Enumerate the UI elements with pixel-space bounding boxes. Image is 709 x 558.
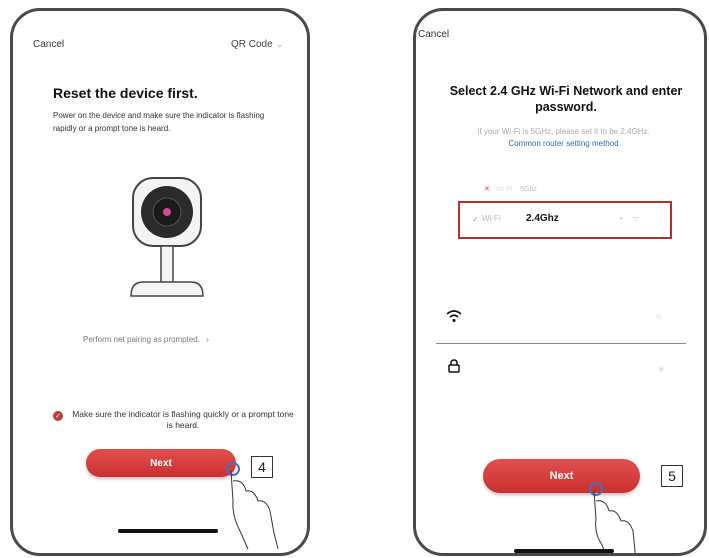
qr-code-label: QR Code bbox=[231, 39, 273, 50]
wifi-signal-icon: ᯤ bbox=[632, 214, 640, 223]
hand-pointer-icon bbox=[226, 462, 279, 550]
wifi-icon bbox=[446, 310, 462, 322]
network-item-5ghz: ✕ Wi-Fi 5Ghz bbox=[484, 185, 537, 193]
checkbox-label: Make sure the indicator is flashing quic… bbox=[72, 409, 294, 430]
net-pairing-label: Perform net pairing as prompted. bbox=[83, 335, 200, 344]
next-label: Next bbox=[549, 470, 574, 482]
router-setting-link[interactable]: Common router setting method bbox=[436, 139, 691, 148]
lock-small-icon: • bbox=[620, 214, 623, 223]
page-title: Select 2.4 GHz Wi-Fi Network and enter p… bbox=[449, 84, 683, 114]
step-number-badge: 5 bbox=[661, 465, 683, 487]
network-band: 5Ghz bbox=[520, 186, 537, 193]
net-pairing-link[interactable]: Perform net pairing as prompted. › bbox=[83, 335, 209, 344]
hint-text: If your Wi-Fi is 5GHz, please set it to … bbox=[477, 127, 650, 136]
wifi-field-action-icon[interactable]: ⇆ bbox=[656, 313, 662, 321]
next-button[interactable]: Next bbox=[86, 449, 236, 477]
x-icon: ✕ bbox=[484, 186, 490, 193]
network-name: Wi-Fi bbox=[482, 214, 501, 223]
qr-code-button[interactable]: QR Code ⌄ bbox=[231, 39, 284, 50]
wifi-field-underline bbox=[436, 343, 686, 344]
check-icon: ✓ bbox=[472, 215, 479, 224]
checkbox-icon[interactable]: ✓ bbox=[53, 411, 63, 421]
home-indicator bbox=[514, 549, 614, 553]
next-label: Next bbox=[150, 457, 172, 469]
phone-screen-wifi: Cancel Select 2.4 GHz Wi-Fi Network and … bbox=[413, 8, 707, 556]
cancel-button[interactable]: Cancel bbox=[33, 39, 64, 50]
instruction-text: Power on the device and make sure the in… bbox=[53, 111, 265, 133]
lock-icon bbox=[448, 359, 460, 373]
show-password-icon[interactable]: ◉ bbox=[658, 365, 664, 373]
page-title: Reset the device first. bbox=[53, 85, 198, 101]
network-name: Wi-Fi bbox=[495, 186, 513, 193]
cancel-button[interactable]: Cancel bbox=[418, 29, 449, 40]
home-indicator bbox=[118, 529, 218, 533]
password-input[interactable] bbox=[464, 359, 644, 379]
phone-screen-reset: Cancel QR Code ⌄ Reset the device first.… bbox=[10, 8, 310, 556]
wifi-name-input[interactable] bbox=[464, 307, 644, 327]
chevron-down-icon: ⌄ bbox=[275, 39, 284, 50]
camera-device-icon bbox=[130, 177, 204, 297]
chevron-right-icon: › bbox=[206, 335, 209, 344]
network-band: 2.4Ghz bbox=[526, 213, 559, 224]
hand-pointer-icon bbox=[589, 482, 636, 553]
network-item-2-4ghz[interactable]: ✓ Wi-Fi 2.4Ghz • ᯤ bbox=[458, 201, 672, 239]
